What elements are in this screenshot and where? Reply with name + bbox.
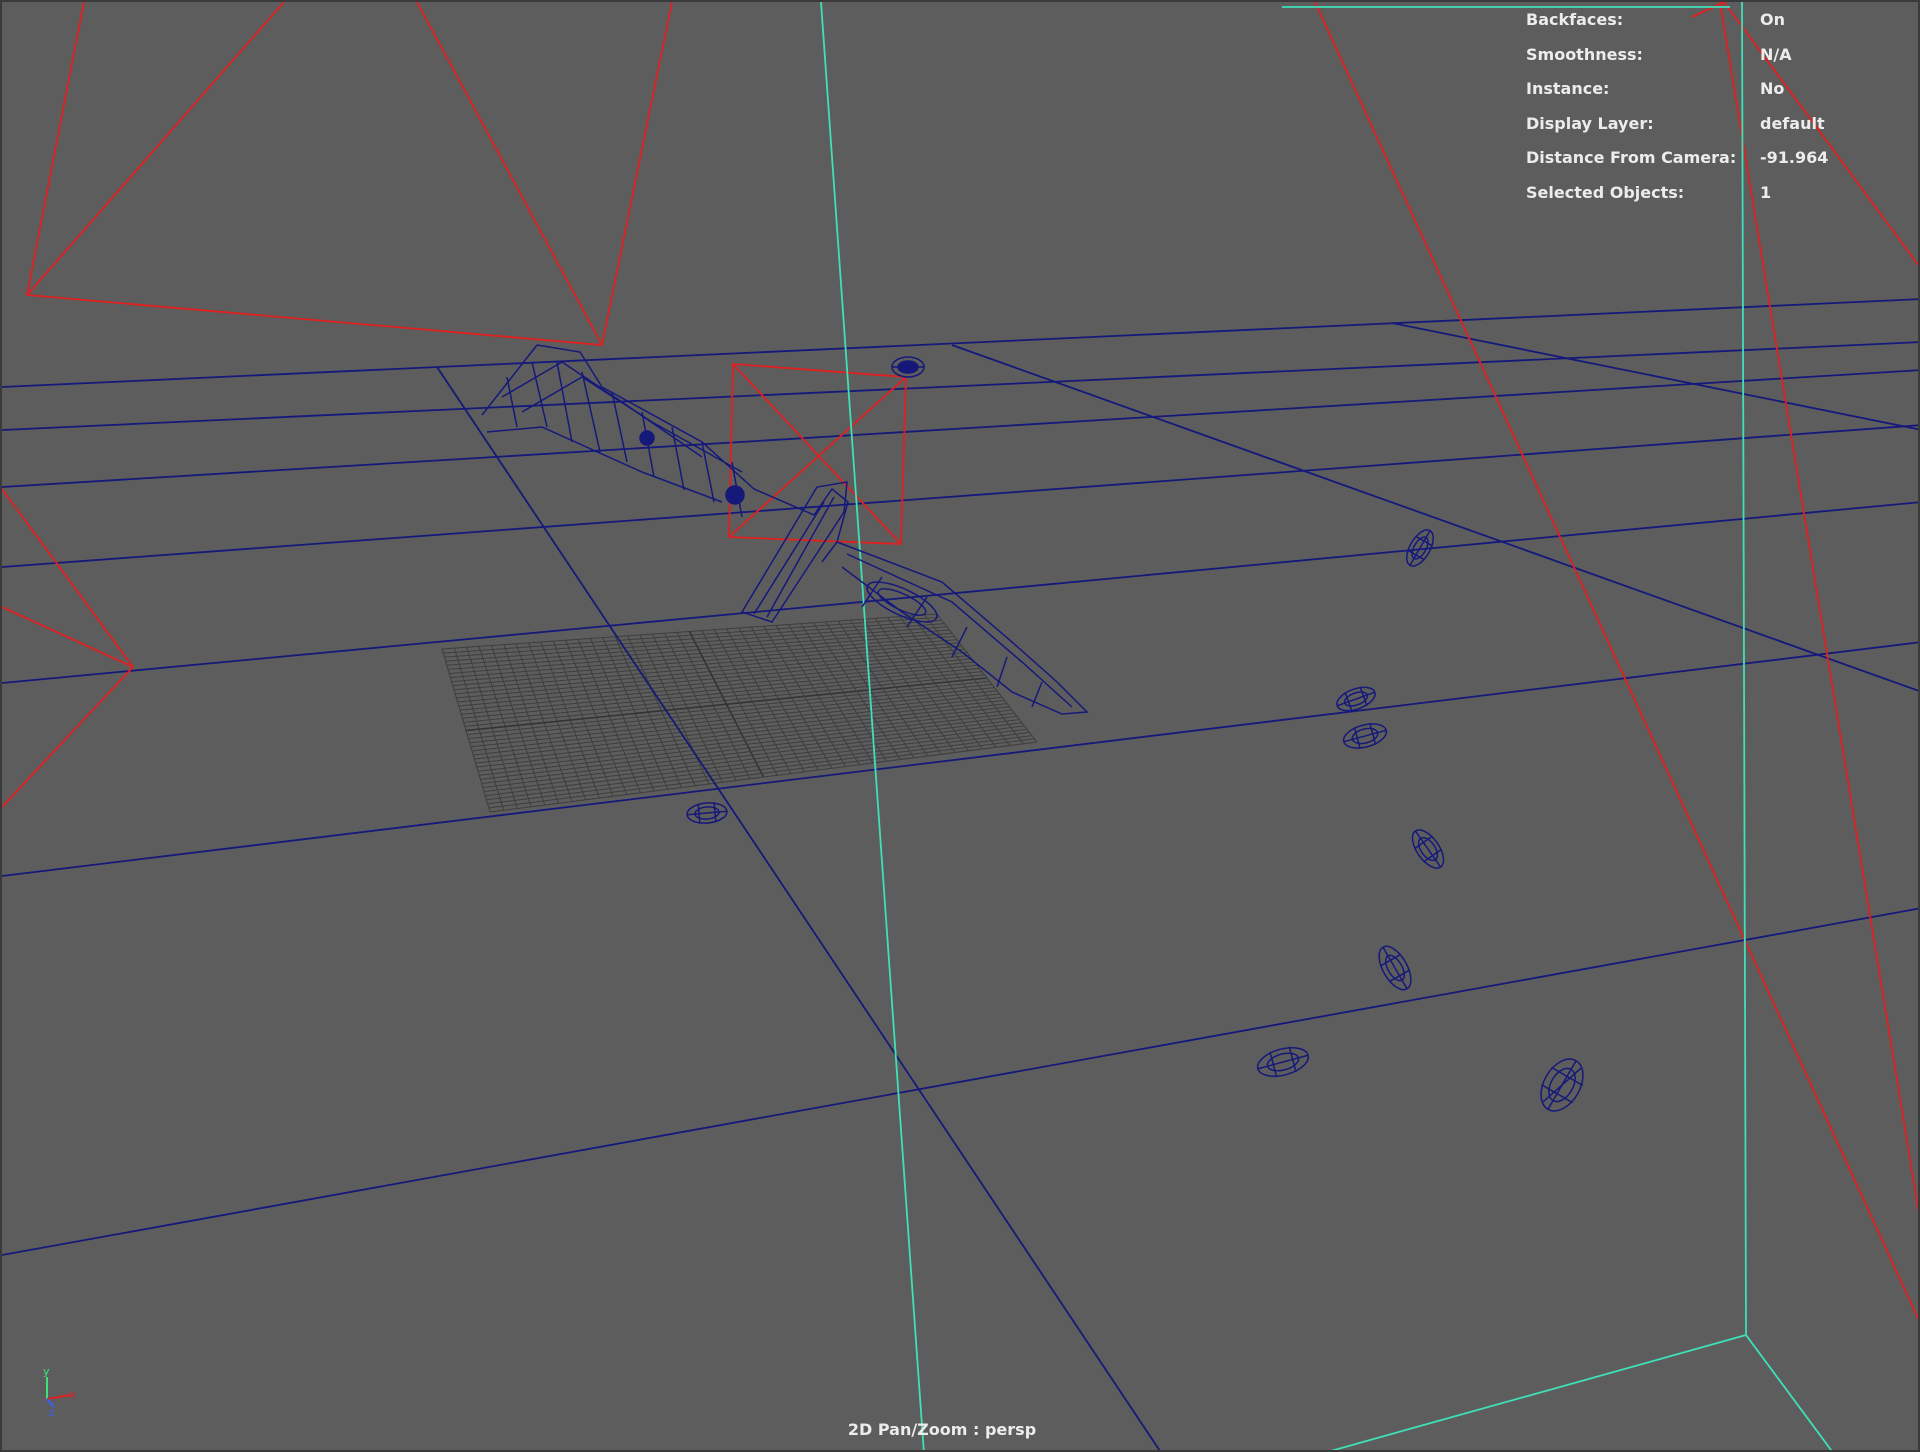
hud-row-display-layer: Display Layer: default (1526, 114, 1906, 149)
hud-row-selected-objects: Selected Objects: 1 (1526, 183, 1906, 218)
hud-value: No (1760, 79, 1785, 98)
perspective-viewport[interactable]: y x z Backfaces: On Smoothness: N/A Inst… (0, 0, 1920, 1452)
small-object-9 (1540, 1058, 1584, 1112)
hud-row-instance: Instance: No (1526, 79, 1906, 114)
heads-up-display: Backfaces: On Smoothness: N/A Instance: … (1526, 10, 1906, 217)
scene-canvas[interactable]: y x z (2, 2, 1920, 1452)
small-object-6 (1411, 829, 1445, 869)
hud-label: Backfaces: (1526, 10, 1624, 29)
hud-value: 1 (1760, 182, 1772, 202)
camera-name-label: 2D Pan/Zoom : persp (847, 1420, 1037, 1439)
hud-value: N/A (1760, 44, 1792, 64)
axis-z-line (46, 1398, 55, 1408)
hud-label: Smoothness: (1526, 44, 1643, 64)
hud-row-backfaces: Backfaces: On (1526, 10, 1906, 45)
scene-plane-lines (2, 298, 1918, 1450)
hud-row-distance: Distance From Camera: -91.964 (1526, 148, 1906, 183)
axis-gizmo: y x z (43, 1365, 76, 1419)
hud-label: Instance: (1526, 79, 1610, 98)
small-object-7 (1378, 945, 1412, 991)
hud-value: On (1760, 10, 1785, 29)
small-object-5 (686, 802, 728, 824)
axis-x-line (46, 1394, 71, 1400)
hud-row-smoothness: Smoothness: N/A (1526, 45, 1906, 80)
axis-x-label: x (69, 1388, 76, 1401)
hud-label: Distance From Camera: (1526, 148, 1737, 167)
selected-light-box (728, 363, 907, 545)
axis-z-label: z (49, 1408, 54, 1419)
small-object-1 (891, 356, 925, 378)
hud-value: -91.964 (1760, 148, 1829, 167)
hud-label: Display Layer: (1526, 113, 1654, 133)
small-object-8 (1256, 1046, 1310, 1078)
camera-boundary (820, 2, 1833, 1450)
hud-label: Selected Objects: (1526, 182, 1685, 202)
ground-grid (441, 613, 1038, 813)
grid-line (487, 735, 1033, 805)
hud-value: default (1760, 113, 1825, 133)
axis-y-label: y (43, 1365, 50, 1378)
small-object-4 (1342, 723, 1388, 749)
